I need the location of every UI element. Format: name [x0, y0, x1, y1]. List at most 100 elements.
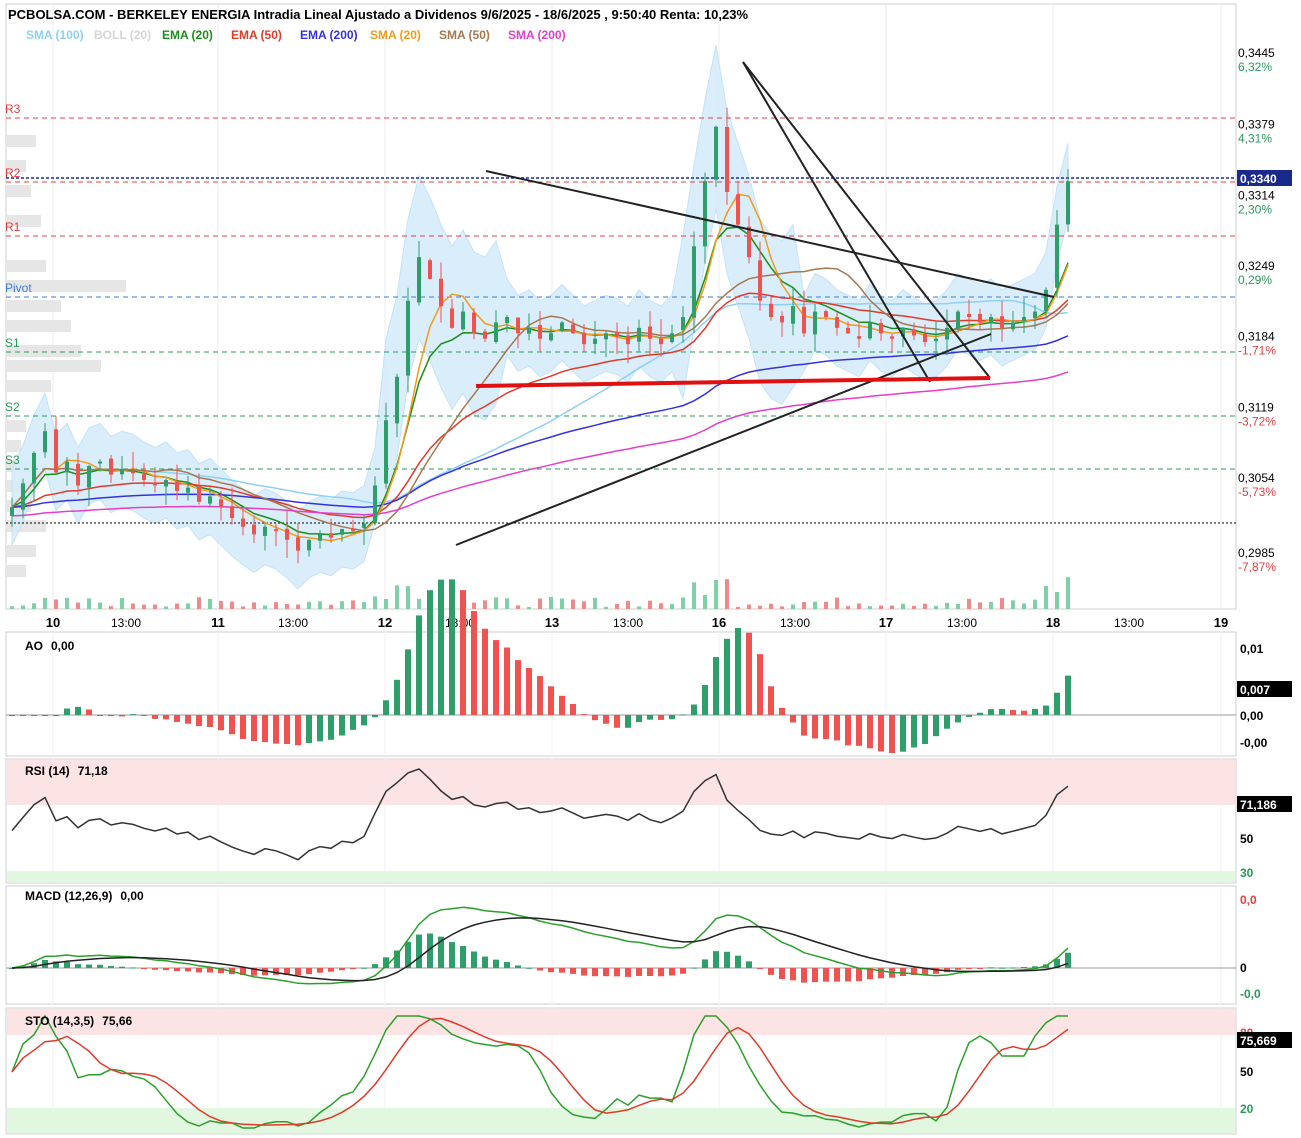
ao-bar — [482, 628, 488, 715]
ao-bar — [306, 715, 312, 744]
candle-body — [98, 461, 102, 464]
volume-bar — [307, 601, 311, 609]
ao-bar — [273, 715, 279, 744]
volume-bar — [318, 601, 322, 609]
candle-body — [219, 499, 223, 508]
ao-bar — [493, 640, 499, 715]
volume-bar — [934, 605, 938, 609]
candle-body — [593, 338, 597, 344]
macd-bar — [669, 968, 675, 976]
macd-bar — [1010, 967, 1016, 969]
macd-bar — [317, 968, 323, 973]
macd-bar — [856, 968, 862, 982]
legend-item[interactable]: SMA (100) — [26, 28, 84, 42]
candle-body — [120, 469, 124, 475]
legend-item[interactable]: BOLL (20) — [94, 28, 151, 42]
ao-bar — [856, 715, 862, 746]
volume-bar — [329, 604, 333, 609]
ao-bar — [350, 715, 356, 730]
macd-bar — [746, 961, 752, 968]
legend-item[interactable]: EMA (50) — [231, 28, 282, 42]
candle-body — [582, 332, 586, 345]
candle-body — [978, 313, 982, 323]
volume-bar — [890, 605, 894, 609]
ao-bar — [625, 715, 631, 728]
volume-bar — [923, 603, 927, 609]
macd-panel — [5, 885, 1237, 1005]
candle-body — [252, 524, 256, 535]
volume-bar — [120, 598, 124, 609]
macd-bar — [878, 968, 884, 979]
volume-bar — [505, 598, 509, 609]
volume-bar — [153, 604, 157, 609]
macd-bar — [955, 968, 961, 970]
candle-body — [186, 487, 190, 493]
ao-bar — [1065, 675, 1071, 715]
candle-body — [164, 480, 168, 487]
candle-body — [626, 335, 630, 345]
candle-body — [934, 338, 938, 342]
candle-body — [395, 376, 399, 424]
candle-body — [560, 322, 564, 331]
candle-body — [802, 306, 806, 334]
candle-body — [10, 507, 14, 516]
volume-bar — [802, 602, 806, 609]
volume-bar — [604, 606, 608, 609]
ao-bar — [218, 715, 224, 731]
ao-bar — [636, 715, 642, 723]
macd-bar — [845, 968, 851, 982]
macd-bar — [493, 959, 499, 968]
candle-body — [65, 461, 69, 473]
ao-bar — [229, 715, 235, 735]
candle-body — [681, 317, 685, 331]
volume-bar — [670, 604, 674, 609]
price-tick: 0,3445 — [1238, 46, 1275, 60]
candle-body — [857, 336, 861, 339]
sto-overbought-zone — [7, 1009, 1235, 1035]
legend-item[interactable]: EMA (20) — [162, 28, 213, 42]
macd-bar — [504, 962, 510, 968]
volume-bar — [868, 606, 872, 609]
ao-bar — [526, 667, 532, 715]
current-price: 0,3340 — [1240, 172, 1277, 186]
volume-bar — [406, 586, 410, 609]
pivot-label: R1 — [5, 220, 21, 234]
legend-item[interactable]: SMA (20) — [370, 28, 421, 42]
ao-bar — [383, 700, 389, 715]
candle-body — [846, 327, 850, 334]
ao-bar — [1054, 692, 1060, 715]
volume-bar — [1055, 591, 1059, 609]
price-chart[interactable]: R3R2R1PivotS1S2S3 PCBOLSA.COM - BERKELEY… — [0, 0, 1301, 1138]
volume-bar — [758, 605, 762, 609]
candle-body — [527, 327, 531, 334]
ao-bar — [834, 715, 840, 741]
volume-bar — [296, 604, 300, 609]
macd-bar — [966, 968, 972, 969]
ao-bar — [284, 715, 290, 744]
sto-value-box: 75,669 — [1240, 1034, 1277, 1048]
volume-bar — [351, 600, 355, 609]
candle-body — [703, 181, 707, 247]
volume-bar — [945, 602, 949, 609]
macd-bar — [735, 955, 741, 968]
time-tick: 13:00 — [947, 616, 977, 630]
legend-item[interactable]: SMA (50) — [439, 28, 490, 42]
candle-body — [263, 526, 267, 536]
volume-bar — [912, 605, 916, 609]
ao-bar — [757, 654, 763, 715]
candle-body — [758, 260, 762, 301]
volume-bar — [780, 606, 784, 609]
candle-body — [604, 333, 608, 340]
macd-bar — [163, 968, 169, 971]
candle-body — [439, 278, 443, 307]
legend-item[interactable]: EMA (200) — [300, 28, 358, 42]
pivot-label: S1 — [5, 336, 20, 350]
candle-body — [109, 458, 113, 475]
volume-bar — [703, 594, 707, 609]
ao-bar — [801, 715, 807, 736]
macd-bar — [130, 967, 136, 969]
legend-item[interactable]: SMA (200) — [508, 28, 566, 42]
ao-bar — [724, 638, 730, 715]
ao-bar — [317, 715, 323, 742]
pivot-label: S3 — [5, 453, 20, 467]
